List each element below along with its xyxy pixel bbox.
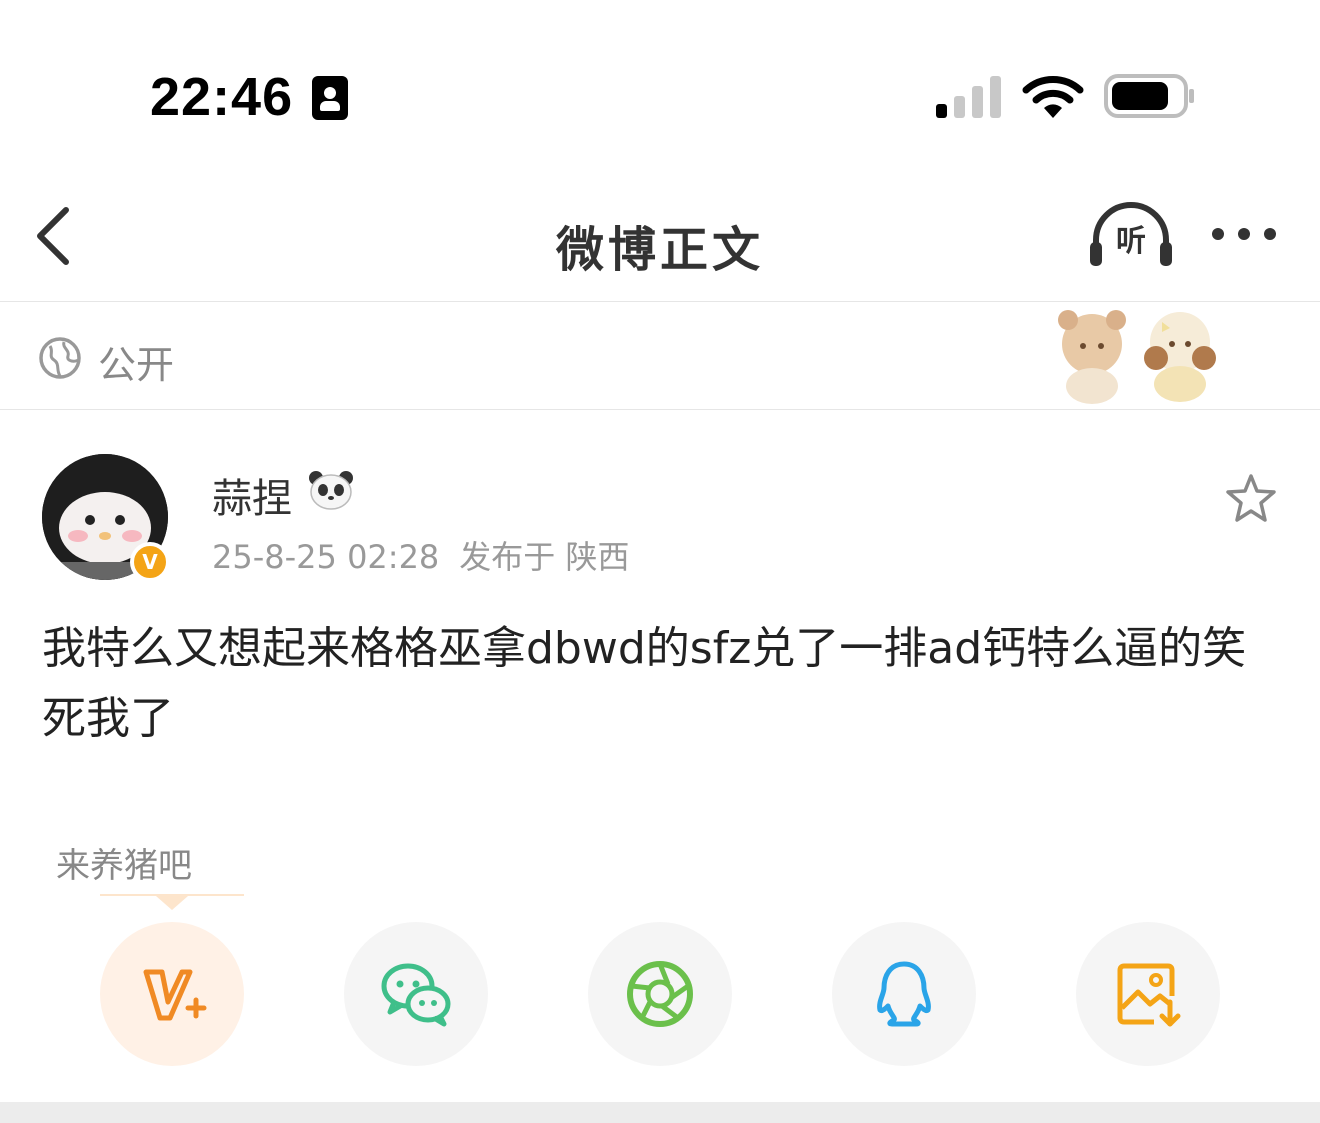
id-card-icon: [312, 76, 348, 120]
post-timestamp: 25-8-25 02:28: [212, 538, 440, 576]
moments-aperture-icon: [627, 961, 693, 1027]
status-time: 22:46: [150, 67, 294, 127]
star-icon[interactable]: [1224, 472, 1278, 524]
tooltip-arrow-icon: [156, 896, 188, 910]
post-location: 发布于 陕西: [459, 538, 630, 576]
battery-icon: [1104, 74, 1194, 118]
share-wechat-button[interactable]: [344, 922, 488, 1066]
verified-badge: V: [130, 542, 170, 582]
visibility-row: 公开: [0, 302, 1320, 410]
listen-headphones-icon[interactable]: 听: [1088, 200, 1174, 270]
share-vplus-button[interactable]: [100, 922, 244, 1066]
share-moments-button[interactable]: [588, 922, 732, 1066]
panda-icon: [309, 471, 353, 510]
bear-sticker-icon: [1058, 310, 1216, 404]
nav-bar: 微博正文 听: [0, 180, 1320, 302]
bottom-divider: [0, 1102, 1320, 1123]
listen-label: 听: [1116, 224, 1146, 259]
wechat-icon: [381, 963, 451, 1027]
wifi-icon: [1022, 76, 1084, 118]
globe-icon: [39, 337, 81, 379]
save-image-icon: [1117, 963, 1181, 1027]
share-tooltip: 来养猪吧: [44, 834, 244, 910]
author-name[interactable]: 蒜捏: [212, 466, 292, 524]
share-save-image-button[interactable]: [1076, 922, 1220, 1066]
cellular-signal-icon: [936, 76, 1006, 118]
share-qq-button[interactable]: [832, 922, 976, 1066]
vplus-icon: [143, 969, 207, 1021]
post-meta: 25-8-25 02:28 发布于 陕西: [212, 532, 629, 578]
status-bar: 22:46: [0, 0, 1320, 180]
post-text: 我特么又想起来格格巫拿dbwd的sfz兑了一排ad钙特么逼的笑死我了: [42, 623, 1247, 744]
visibility-label: 公开: [98, 343, 175, 387]
qq-icon: [877, 961, 931, 1027]
share-tooltip-text: 来养猪吧: [56, 846, 192, 886]
more-icon[interactable]: [1208, 224, 1280, 244]
